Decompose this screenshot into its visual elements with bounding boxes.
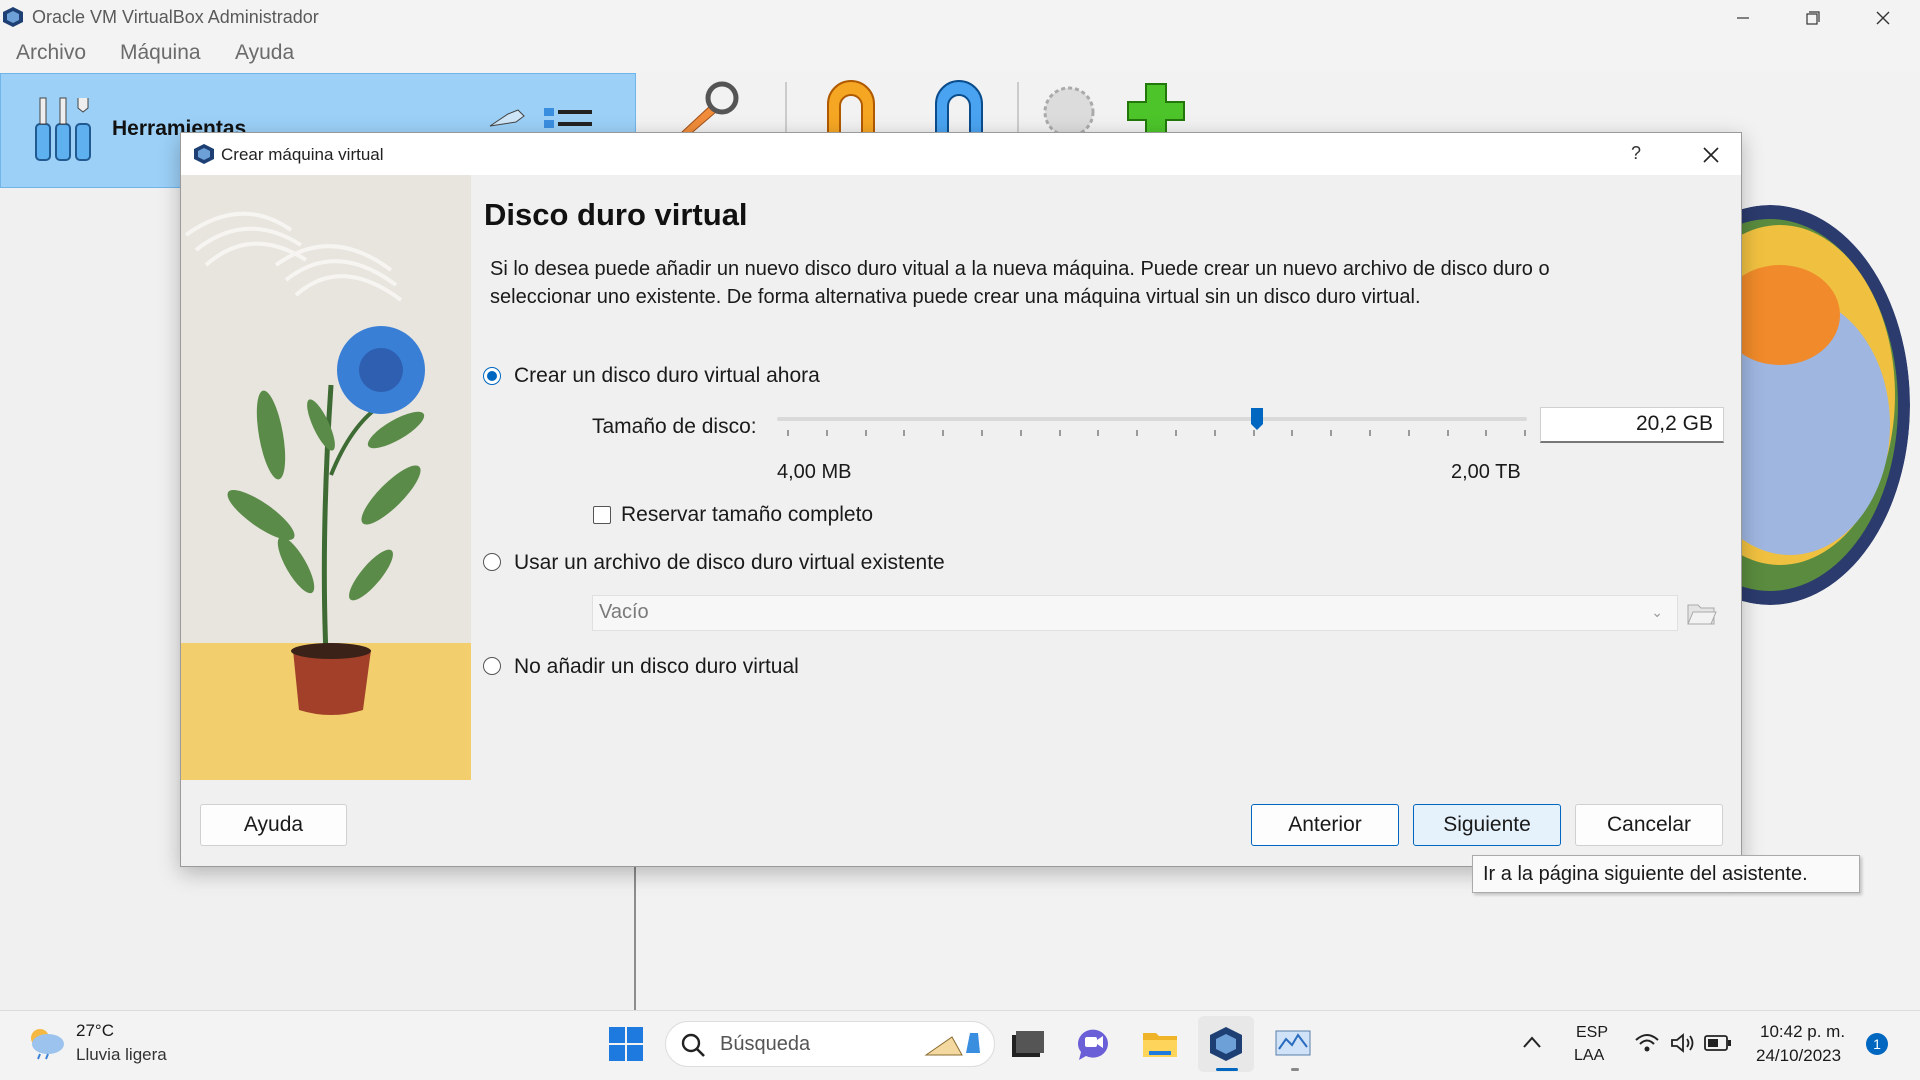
minimize-button[interactable] bbox=[1708, 0, 1778, 35]
close-icon bbox=[1703, 147, 1719, 163]
show-icon[interactable] bbox=[926, 80, 992, 136]
file-explorer-icon[interactable] bbox=[1141, 1025, 1179, 1063]
slider-tick bbox=[1407, 430, 1410, 436]
browse-folder-icon[interactable] bbox=[1685, 597, 1717, 629]
close-icon bbox=[1876, 11, 1890, 24]
create-disk-label[interactable]: Crear un disco duro virtual ahora bbox=[514, 364, 820, 388]
active-app-indicator bbox=[1216, 1068, 1238, 1071]
next-button[interactable]: Siguiente bbox=[1413, 804, 1561, 846]
existing-disk-select[interactable]: Vacío ⌄ bbox=[592, 595, 1678, 631]
dialog-close-button[interactable] bbox=[1696, 141, 1726, 169]
existing-disk-select-value: Vacío bbox=[599, 601, 649, 623]
disk-size-max-label: 2,00 TB bbox=[1451, 461, 1521, 483]
virtualbox-logo-icon bbox=[194, 144, 214, 164]
notification-badge[interactable]: 1 bbox=[1866, 1033, 1888, 1055]
slider-tick bbox=[1485, 430, 1488, 436]
wizard-illustration bbox=[181, 175, 471, 780]
slider-tick bbox=[825, 430, 828, 436]
disk-size-label: Tamaño de disco: bbox=[592, 415, 757, 438]
slider-tick bbox=[1136, 430, 1139, 436]
no-disk-label[interactable]: No añadir un disco duro virtual bbox=[514, 655, 799, 679]
slider-tick bbox=[1524, 430, 1527, 436]
tools-icon bbox=[35, 97, 91, 161]
slider-tick bbox=[1097, 430, 1100, 436]
search-placeholder: Búsqueda bbox=[720, 1033, 811, 1055]
search-highlight-icon bbox=[924, 1033, 980, 1056]
language-indicator[interactable]: ESP bbox=[1576, 1024, 1608, 1042]
disk-size-slider[interactable] bbox=[777, 417, 1527, 421]
clock-time[interactable]: 10:42 p. m. bbox=[1760, 1022, 1845, 1042]
menu-maquina[interactable]: Máquina bbox=[120, 41, 201, 65]
help-button[interactable]: Ayuda bbox=[200, 804, 347, 846]
chevron-down-icon: ⌄ bbox=[1651, 604, 1663, 620]
window-title: Oracle VM VirtualBox Administrador bbox=[32, 7, 319, 27]
slider-tick bbox=[1252, 430, 1255, 436]
reserve-full-size-label[interactable]: Reservar tamaño completo bbox=[621, 503, 873, 527]
use-existing-disk-label[interactable]: Usar un archivo de disco duro virtual ex… bbox=[514, 551, 945, 575]
next-button-tooltip: Ir a la página siguiente del asistente. bbox=[1472, 855, 1860, 893]
reserve-full-size-checkbox[interactable] bbox=[593, 506, 611, 524]
disk-size-min-label: 4,00 MB bbox=[777, 461, 852, 483]
toolbar-separator bbox=[785, 82, 787, 132]
slider-tick bbox=[787, 430, 789, 436]
running-app-indicator bbox=[1291, 1068, 1299, 1071]
slider-tick bbox=[864, 430, 867, 436]
use-existing-disk-radio[interactable] bbox=[483, 553, 501, 571]
disk-size-slider-thumb[interactable] bbox=[1250, 407, 1264, 431]
dialog-titlebar bbox=[181, 133, 1741, 175]
restore-button[interactable] bbox=[1778, 0, 1848, 35]
chevron-up-icon[interactable] bbox=[1522, 1034, 1542, 1050]
weather-cloud-rain-icon[interactable] bbox=[26, 1024, 66, 1060]
slider-tick bbox=[1058, 430, 1061, 436]
flower-pot-illustration bbox=[181, 175, 471, 780]
keyboard-layout-indicator[interactable]: LAA bbox=[1574, 1047, 1604, 1065]
weather-temperature[interactable]: 27°C bbox=[76, 1021, 114, 1041]
back-button[interactable]: Anterior bbox=[1251, 804, 1399, 846]
add-icon[interactable] bbox=[1126, 80, 1188, 136]
slider-tick bbox=[981, 430, 983, 436]
pin-icon[interactable] bbox=[488, 106, 528, 130]
volume-icon[interactable] bbox=[1670, 1032, 1696, 1054]
menu-archivo[interactable]: Archivo bbox=[16, 41, 86, 65]
page-title: Disco duro virtual bbox=[484, 197, 748, 232]
slider-tick bbox=[1175, 430, 1177, 436]
slider-tick bbox=[1369, 430, 1371, 436]
slider-tick bbox=[1446, 430, 1449, 436]
slider-tick bbox=[1291, 430, 1294, 436]
wifi-icon[interactable] bbox=[1634, 1032, 1660, 1054]
slider-tick bbox=[1213, 430, 1216, 436]
disk-size-input[interactable]: 20,2 GB bbox=[1540, 407, 1724, 443]
menu-ayuda[interactable]: Ayuda bbox=[235, 41, 294, 65]
battery-icon[interactable] bbox=[1704, 1034, 1732, 1052]
slider-tick bbox=[1330, 430, 1333, 436]
terminal-app-icon[interactable] bbox=[1008, 1025, 1046, 1063]
page-description: Si lo desea puede añadir un nuevo disco … bbox=[490, 258, 1550, 308]
create-vm-dialog: Crear máquina virtual ? Disco duro virtu… bbox=[180, 132, 1742, 867]
restore-icon bbox=[1806, 10, 1820, 25]
no-disk-radio[interactable] bbox=[483, 657, 501, 675]
clock-date[interactable]: 24/10/2023 bbox=[1756, 1046, 1841, 1066]
windows-start-icon[interactable] bbox=[608, 1026, 644, 1062]
weather-description[interactable]: Lluvia ligera bbox=[76, 1045, 167, 1065]
settings-wrench-icon[interactable] bbox=[672, 80, 742, 136]
virtualbox-app-icon[interactable] bbox=[1207, 1025, 1245, 1063]
new-vm-gear-icon bbox=[1043, 86, 1095, 136]
minimize-icon bbox=[1737, 16, 1749, 19]
slider-tick bbox=[1019, 430, 1022, 436]
dialog-help-button[interactable]: ? bbox=[1631, 143, 1641, 164]
create-disk-radio[interactable] bbox=[483, 367, 501, 385]
cancel-button[interactable]: Cancelar bbox=[1575, 804, 1723, 846]
slider-tick bbox=[903, 430, 906, 436]
search-icon bbox=[681, 1033, 705, 1057]
discard-icon[interactable] bbox=[818, 80, 884, 136]
monitor-app-icon[interactable] bbox=[1274, 1025, 1312, 1063]
close-window-button[interactable] bbox=[1848, 0, 1918, 35]
toolbar-separator bbox=[1017, 82, 1019, 132]
virtualbox-logo-icon bbox=[3, 7, 23, 27]
dialog-title: Crear máquina virtual bbox=[221, 145, 384, 164]
teams-chat-icon[interactable] bbox=[1074, 1025, 1112, 1063]
slider-tick bbox=[942, 430, 945, 436]
